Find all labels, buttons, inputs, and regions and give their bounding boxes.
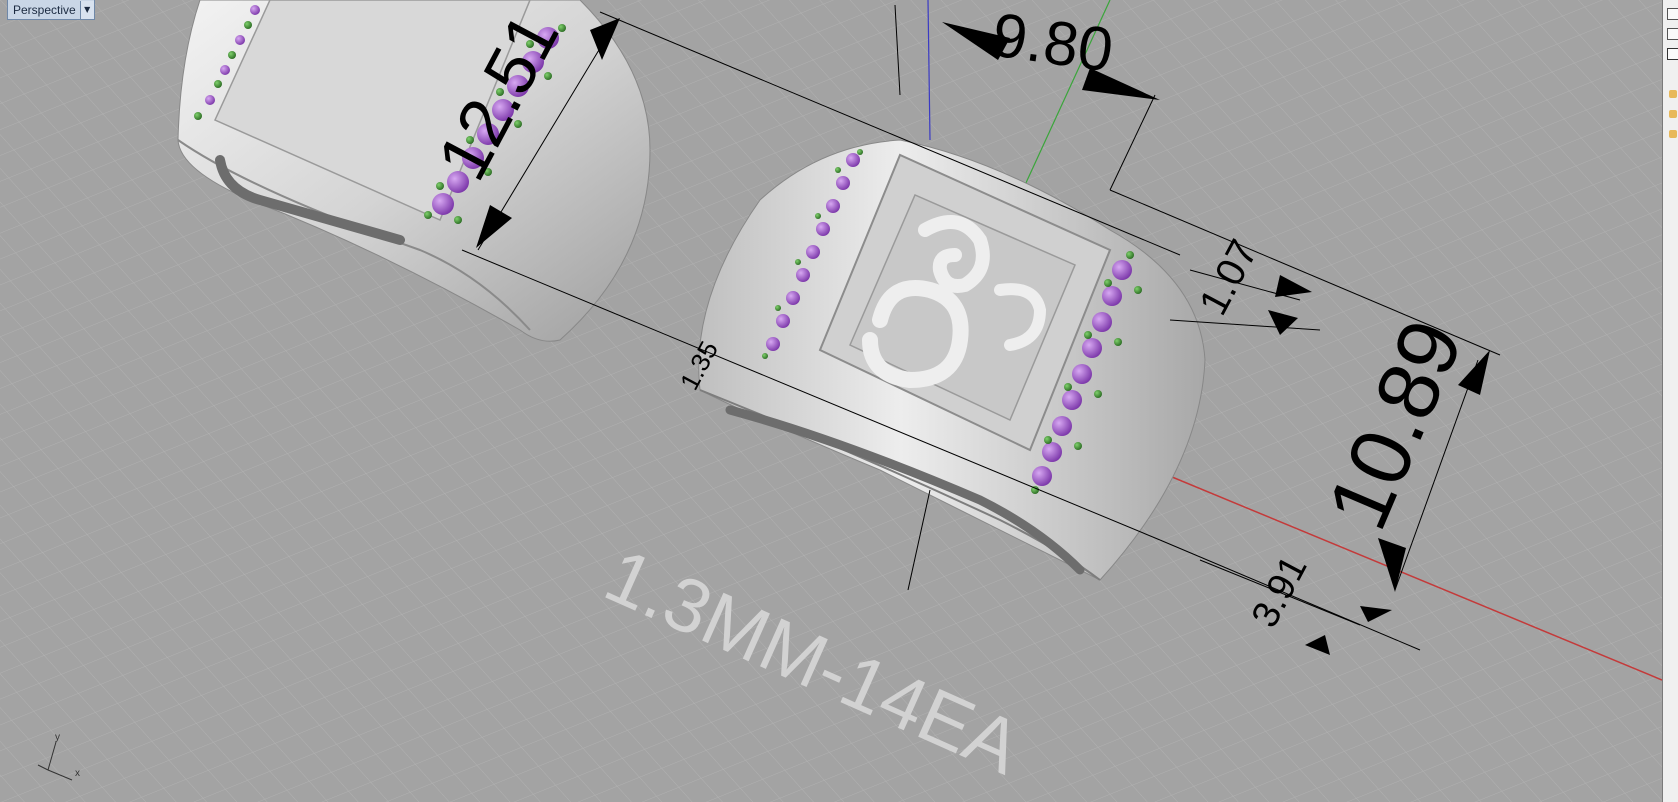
- perspective-viewport[interactable]: 1.3MM-14EA 9.80 12.51 1.07 10.89 3.91 1.…: [0, 0, 1662, 802]
- axis-label-y: y: [55, 732, 60, 743]
- side-panel: [1662, 0, 1678, 802]
- viewport-canvas[interactable]: 1.3MM-14EA 9.80 12.51 1.07 10.89 3.91 1.…: [0, 0, 1662, 802]
- lightbulb-icon[interactable]: [1669, 110, 1677, 118]
- axis-label-x: x: [75, 768, 80, 779]
- checkbox-icon[interactable]: [1667, 48, 1678, 60]
- checkbox-icon[interactable]: [1667, 8, 1678, 20]
- lightbulb-icon[interactable]: [1669, 90, 1677, 98]
- viewport-title-tab[interactable]: Perspective ▼: [7, 0, 95, 20]
- chevron-down-icon[interactable]: ▼: [79, 0, 94, 19]
- lightbulb-icon[interactable]: [1669, 130, 1677, 138]
- viewport-title[interactable]: Perspective: [8, 1, 80, 19]
- checkbox-icon[interactable]: [1667, 28, 1678, 40]
